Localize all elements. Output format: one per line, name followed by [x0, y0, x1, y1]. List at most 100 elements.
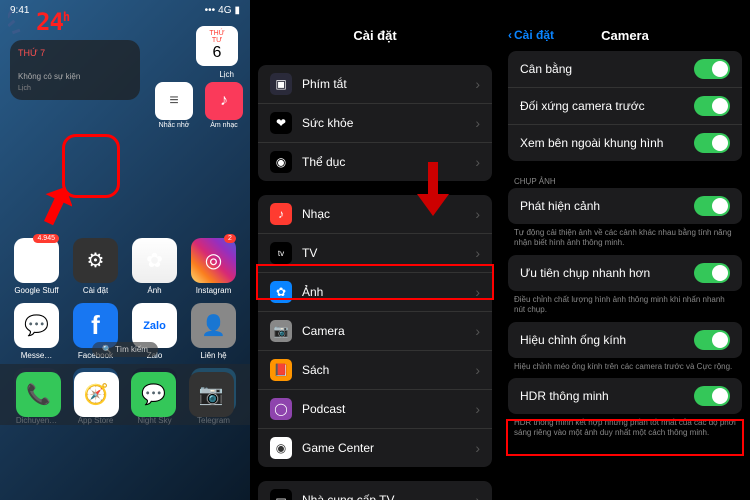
app-icon: ✿ [132, 238, 177, 283]
chevron-right-icon: › [475, 492, 480, 500]
chevron-left-icon: ‹ [508, 28, 512, 42]
app-icon: G [14, 238, 59, 283]
app-linh[interactable]: 👤 Liên hệ [187, 303, 240, 360]
row-thể-dục[interactable]: ◉Thể dục› [258, 143, 492, 181]
row-label: Nhà cung cấp TV [302, 493, 475, 500]
row-nhạc[interactable]: ♪Nhạc› [258, 195, 492, 234]
row-label: Ảnh [302, 285, 475, 299]
app-icon: 👤 [191, 303, 236, 348]
camera-header: ‹ Cài đặt Camera [500, 20, 750, 51]
row-đối-xứng-camera-trước[interactable]: Đối xứng camera trước [508, 88, 742, 125]
row-cân-bằng[interactable]: Cân bằng [508, 51, 742, 88]
row-icon: ◉ [270, 151, 292, 173]
row-label: Sức khỏe [302, 116, 475, 130]
app-googlestuff[interactable]: G4.945Google Stuff [10, 238, 63, 295]
reminders-icon[interactable]: ≡ Nhắc nhở [155, 82, 193, 129]
search-pill[interactable]: 🔍 Tìm kiếm [92, 342, 158, 357]
row-camera[interactable]: 📷Camera› [258, 312, 492, 351]
chevron-right-icon: › [475, 206, 480, 222]
search-icon: 🔍 [102, 345, 112, 354]
status-signal-icon: ••• [205, 5, 216, 16]
row-icon: ◉ [270, 437, 292, 459]
app-instagram[interactable]: ◎2Instagram [187, 238, 240, 295]
dock-safari[interactable]: 🧭 [74, 372, 119, 417]
row-sách[interactable]: 📕 Sách› [258, 351, 492, 390]
row-ảnh[interactable]: ✿ Ảnh› [258, 273, 492, 312]
row-label: Phím tắt [302, 77, 475, 91]
row-game-center[interactable]: ◉Game Center› [258, 429, 492, 467]
phone-home-screen: 9:41 ••• 4G ▮ 24h THỨ 7 Không có sự kiện… [0, 0, 250, 500]
row-nhà-cung-cấp-tv[interactable]: ▭ Nhà cung cấp TV› [258, 481, 492, 500]
calendar-widget[interactable]: THỨ 7 Không có sự kiện Lịch [10, 40, 140, 100]
toggle-on[interactable] [694, 59, 730, 79]
row-podcast[interactable]: ◯Podcast› [258, 390, 492, 429]
dock-phone[interactable]: 📞 [16, 372, 61, 417]
app-label: Liên hệ [200, 351, 226, 360]
row-sức-khỏe[interactable]: ❤ Sức khỏe› [258, 104, 492, 143]
app-cit[interactable]: ⚙ Cài đặt [69, 238, 122, 295]
app-label: Messe… [21, 351, 53, 360]
row-icon: ▭ [270, 489, 292, 500]
row-icon: ✿ [270, 281, 292, 303]
dock-messages[interactable]: 💬 [131, 372, 176, 417]
arrow-to-settings-icon [22, 180, 72, 230]
chevron-right-icon: › [475, 362, 480, 378]
app-nh[interactable]: ✿ Ảnh [128, 238, 181, 295]
chevron-right-icon: › [475, 115, 480, 131]
app-label: Ảnh [147, 286, 161, 295]
scene-desc: Tự động cải thiện ảnh về các cảnh khác n… [500, 224, 750, 255]
lens-desc: Hiệu chỉnh méo ống kính trên các camera … [500, 358, 750, 378]
chevron-right-icon: › [475, 284, 480, 300]
phone-camera-settings: ‹ Cài đặt Camera Cân bằng Đối xứng camera… [500, 0, 750, 500]
dock-camera[interactable]: 📷 [189, 372, 234, 417]
row-prioritize-faster[interactable]: Ưu tiên chụp nhanh hơn [508, 255, 742, 291]
row-label: Đối xứng camera trước [520, 99, 694, 113]
row-lens-correction[interactable]: Hiệu chỉnh ống kính [508, 322, 742, 358]
chevron-right-icon: › [475, 440, 480, 456]
chevron-right-icon: › [475, 245, 480, 261]
row-icon: ❤ [270, 112, 292, 134]
toggle-on[interactable] [694, 386, 730, 406]
row-smart-hdr[interactable]: HDR thông minh [508, 378, 742, 414]
row-tv[interactable]: tvTV› [258, 234, 492, 273]
calendar-app[interactable]: THỨ TƯ 6 [196, 26, 238, 66]
app-icon: ◎ [191, 238, 236, 283]
status-right: ••• 4G ▮ [205, 5, 240, 16]
row-label: Xem bên ngoài khung hình [520, 136, 694, 150]
chevron-right-icon: › [475, 154, 480, 170]
app-label: Cài đặt [83, 286, 108, 295]
section-header: CHỤP ẢNH [500, 175, 750, 188]
app-label: Instagram [196, 286, 232, 295]
app-messe[interactable]: 💬 Messe… [10, 303, 63, 360]
app-label: Google Stuff [14, 286, 58, 295]
toggle-on[interactable] [694, 133, 730, 153]
prio-desc: Điều chỉnh chất lượng hình ảnh thông min… [500, 291, 750, 322]
row-label: Sách [302, 363, 475, 377]
settings-title: Cài đặt [250, 20, 500, 51]
row-icon: 📕 [270, 359, 292, 381]
row-xem-bên-ngoài-khung-hình[interactable]: Xem bên ngoài khung hình [508, 125, 742, 161]
status-bar [500, 0, 750, 20]
toggle-on[interactable] [694, 96, 730, 116]
toggle-on[interactable] [694, 263, 730, 283]
row-label: Camera [302, 324, 475, 338]
app-icon: ⚙ [73, 238, 118, 283]
phone-settings-list: Cài đặt ▣Phím tắt›❤Sức khỏe›◉Thể dục›♪Nh… [250, 0, 500, 500]
badge: 4.945 [33, 234, 59, 243]
chevron-right-icon: › [475, 76, 480, 92]
arrow-down-icon [415, 162, 451, 220]
app-icon: 💬 [14, 303, 59, 348]
logo-24h: 24h [8, 5, 69, 39]
row-label: Podcast [302, 402, 475, 416]
toggle-on[interactable] [694, 196, 730, 216]
row-scene-detection[interactable]: Phát hiện cảnh [508, 188, 742, 224]
music-icon[interactable]: ♪ Ảm nhạc [205, 82, 243, 129]
row-phím-tắt[interactable]: ▣Phím tắt› [258, 65, 492, 104]
row-icon: 📷 [270, 320, 292, 342]
toggle-on[interactable] [694, 330, 730, 350]
status-bar [250, 0, 500, 20]
battery-icon: ▮ [234, 5, 240, 16]
back-button[interactable]: ‹ Cài đặt [508, 28, 554, 42]
row-label: TV [302, 246, 475, 260]
hdr-desc: HDR thông minh kết hợp những phần tốt nh… [500, 414, 750, 445]
